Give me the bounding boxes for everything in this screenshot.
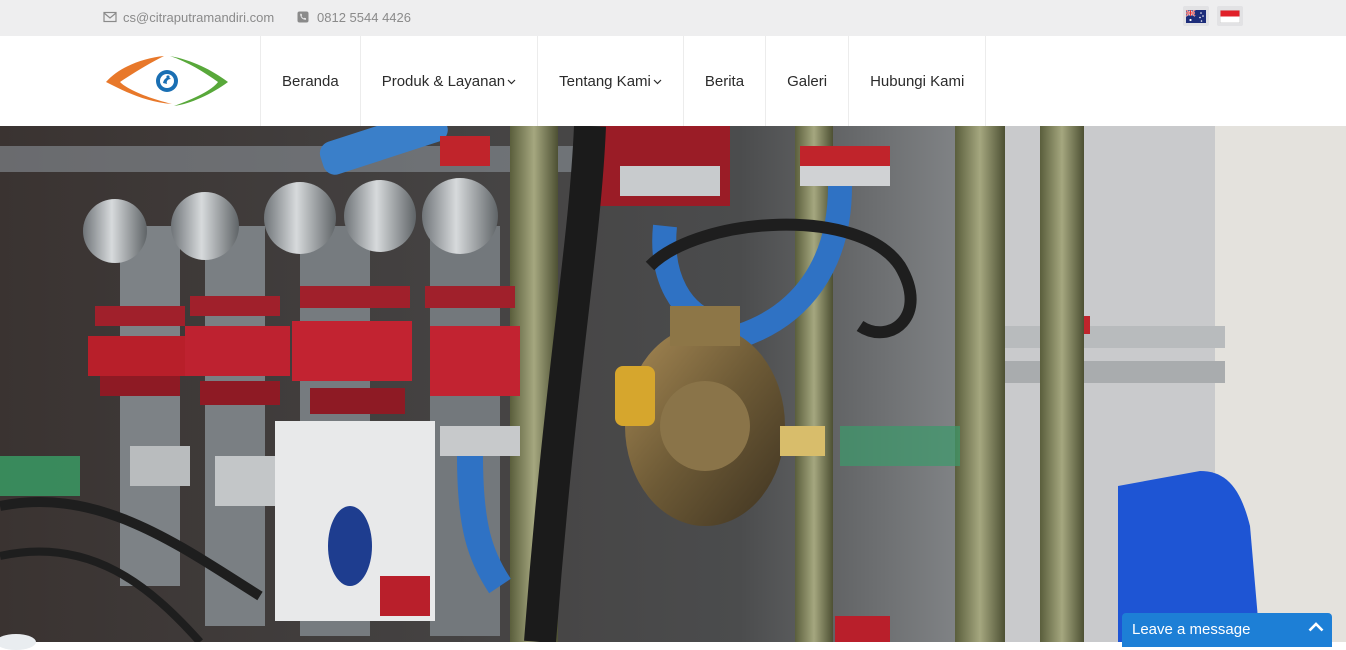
chevron-up-icon <box>1308 622 1324 632</box>
main-nav: Beranda Produk & Layanan Tentang Kami Be… <box>260 36 987 126</box>
scroll-to-top-button[interactable] <box>0 634 36 650</box>
phone-text: 0812 5544 4426 <box>317 9 411 25</box>
flag-australia-icon <box>1186 9 1206 23</box>
flag-indonesia-icon <box>1220 9 1240 23</box>
nav-label: Tentang Kami <box>559 72 651 90</box>
site-header: Beranda Produk & Layanan Tentang Kami Be… <box>0 36 1346 126</box>
top-bar: cs@citraputramandiri.com 0812 5544 4426 <box>0 0 1346 36</box>
nav-item-tentang-kami[interactable]: Tentang Kami <box>537 36 683 126</box>
industrial-valves-and-pipes-photo <box>0 126 1346 642</box>
nav-item-galeri[interactable]: Galeri <box>765 36 848 126</box>
contact-phone[interactable]: 0812 5544 4426 <box>297 9 411 25</box>
nav-label: Beranda <box>282 72 339 90</box>
nav-label: Hubungi Kami <box>870 72 965 90</box>
nav-item-produk-layanan[interactable]: Produk & Layanan <box>359 36 537 126</box>
nav-label: Berita <box>704 72 745 90</box>
nav-label: Galeri <box>787 72 828 90</box>
language-indonesia-button[interactable] <box>1217 6 1243 26</box>
nav-item-berita[interactable]: Berita <box>682 36 765 126</box>
hero-banner-image <box>0 126 1346 642</box>
nav-label: Produk & Layanan <box>381 72 506 90</box>
email-text: cs@citraputramandiri.com <box>123 9 275 25</box>
chevron-down-icon <box>507 79 516 84</box>
phone-icon <box>297 11 311 23</box>
envelope-icon <box>103 11 117 23</box>
chat-label: Leave a message <box>1132 621 1251 638</box>
nav-item-hubungi-kami[interactable]: Hubungi Kami <box>848 36 987 126</box>
citra-putra-mandiri-logo[interactable] <box>104 52 230 112</box>
chevron-down-icon <box>653 79 662 84</box>
nav-item-beranda[interactable]: Beranda <box>260 36 360 126</box>
language-english-button[interactable] <box>1183 6 1209 26</box>
contact-email[interactable]: cs@citraputramandiri.com <box>103 9 274 25</box>
